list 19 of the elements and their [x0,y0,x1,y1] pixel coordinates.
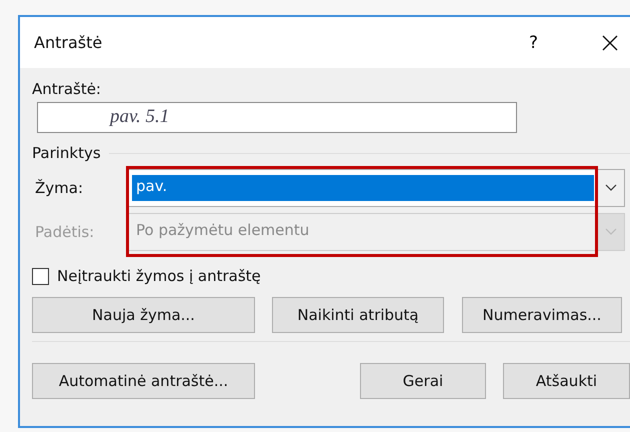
caption-field[interactable]: pav. 5.1 [37,102,517,133]
help-button[interactable]: ? [528,32,538,52]
action-button[interactable]: Naikinti atributą [272,297,444,333]
dropdown-field[interactable]: pav. [128,169,598,207]
checkbox[interactable] [32,268,49,284]
checkbox-label: Neįtraukti žymos į antraštę [57,267,261,285]
group-title: Parinktys [32,144,101,162]
chevron-down-icon [605,184,617,192]
field-label: Žyma: [34,179,84,197]
cancel-button[interactable]: Atšaukti [503,363,630,399]
auto-caption-button[interactable]: Automatinė antraštė... [32,363,255,399]
chevron-down-icon [605,228,617,236]
field-label: Padėtis: [34,223,96,241]
ok-button[interactable]: Gerai [360,363,486,399]
action-button[interactable]: Nauja žyma... [32,297,255,333]
action-button[interactable]: Numeravimas... [462,297,622,333]
caption-label: Antraštė: [32,80,102,100]
window-title: Antraštė [34,33,104,52]
close-icon[interactable] [602,34,618,50]
